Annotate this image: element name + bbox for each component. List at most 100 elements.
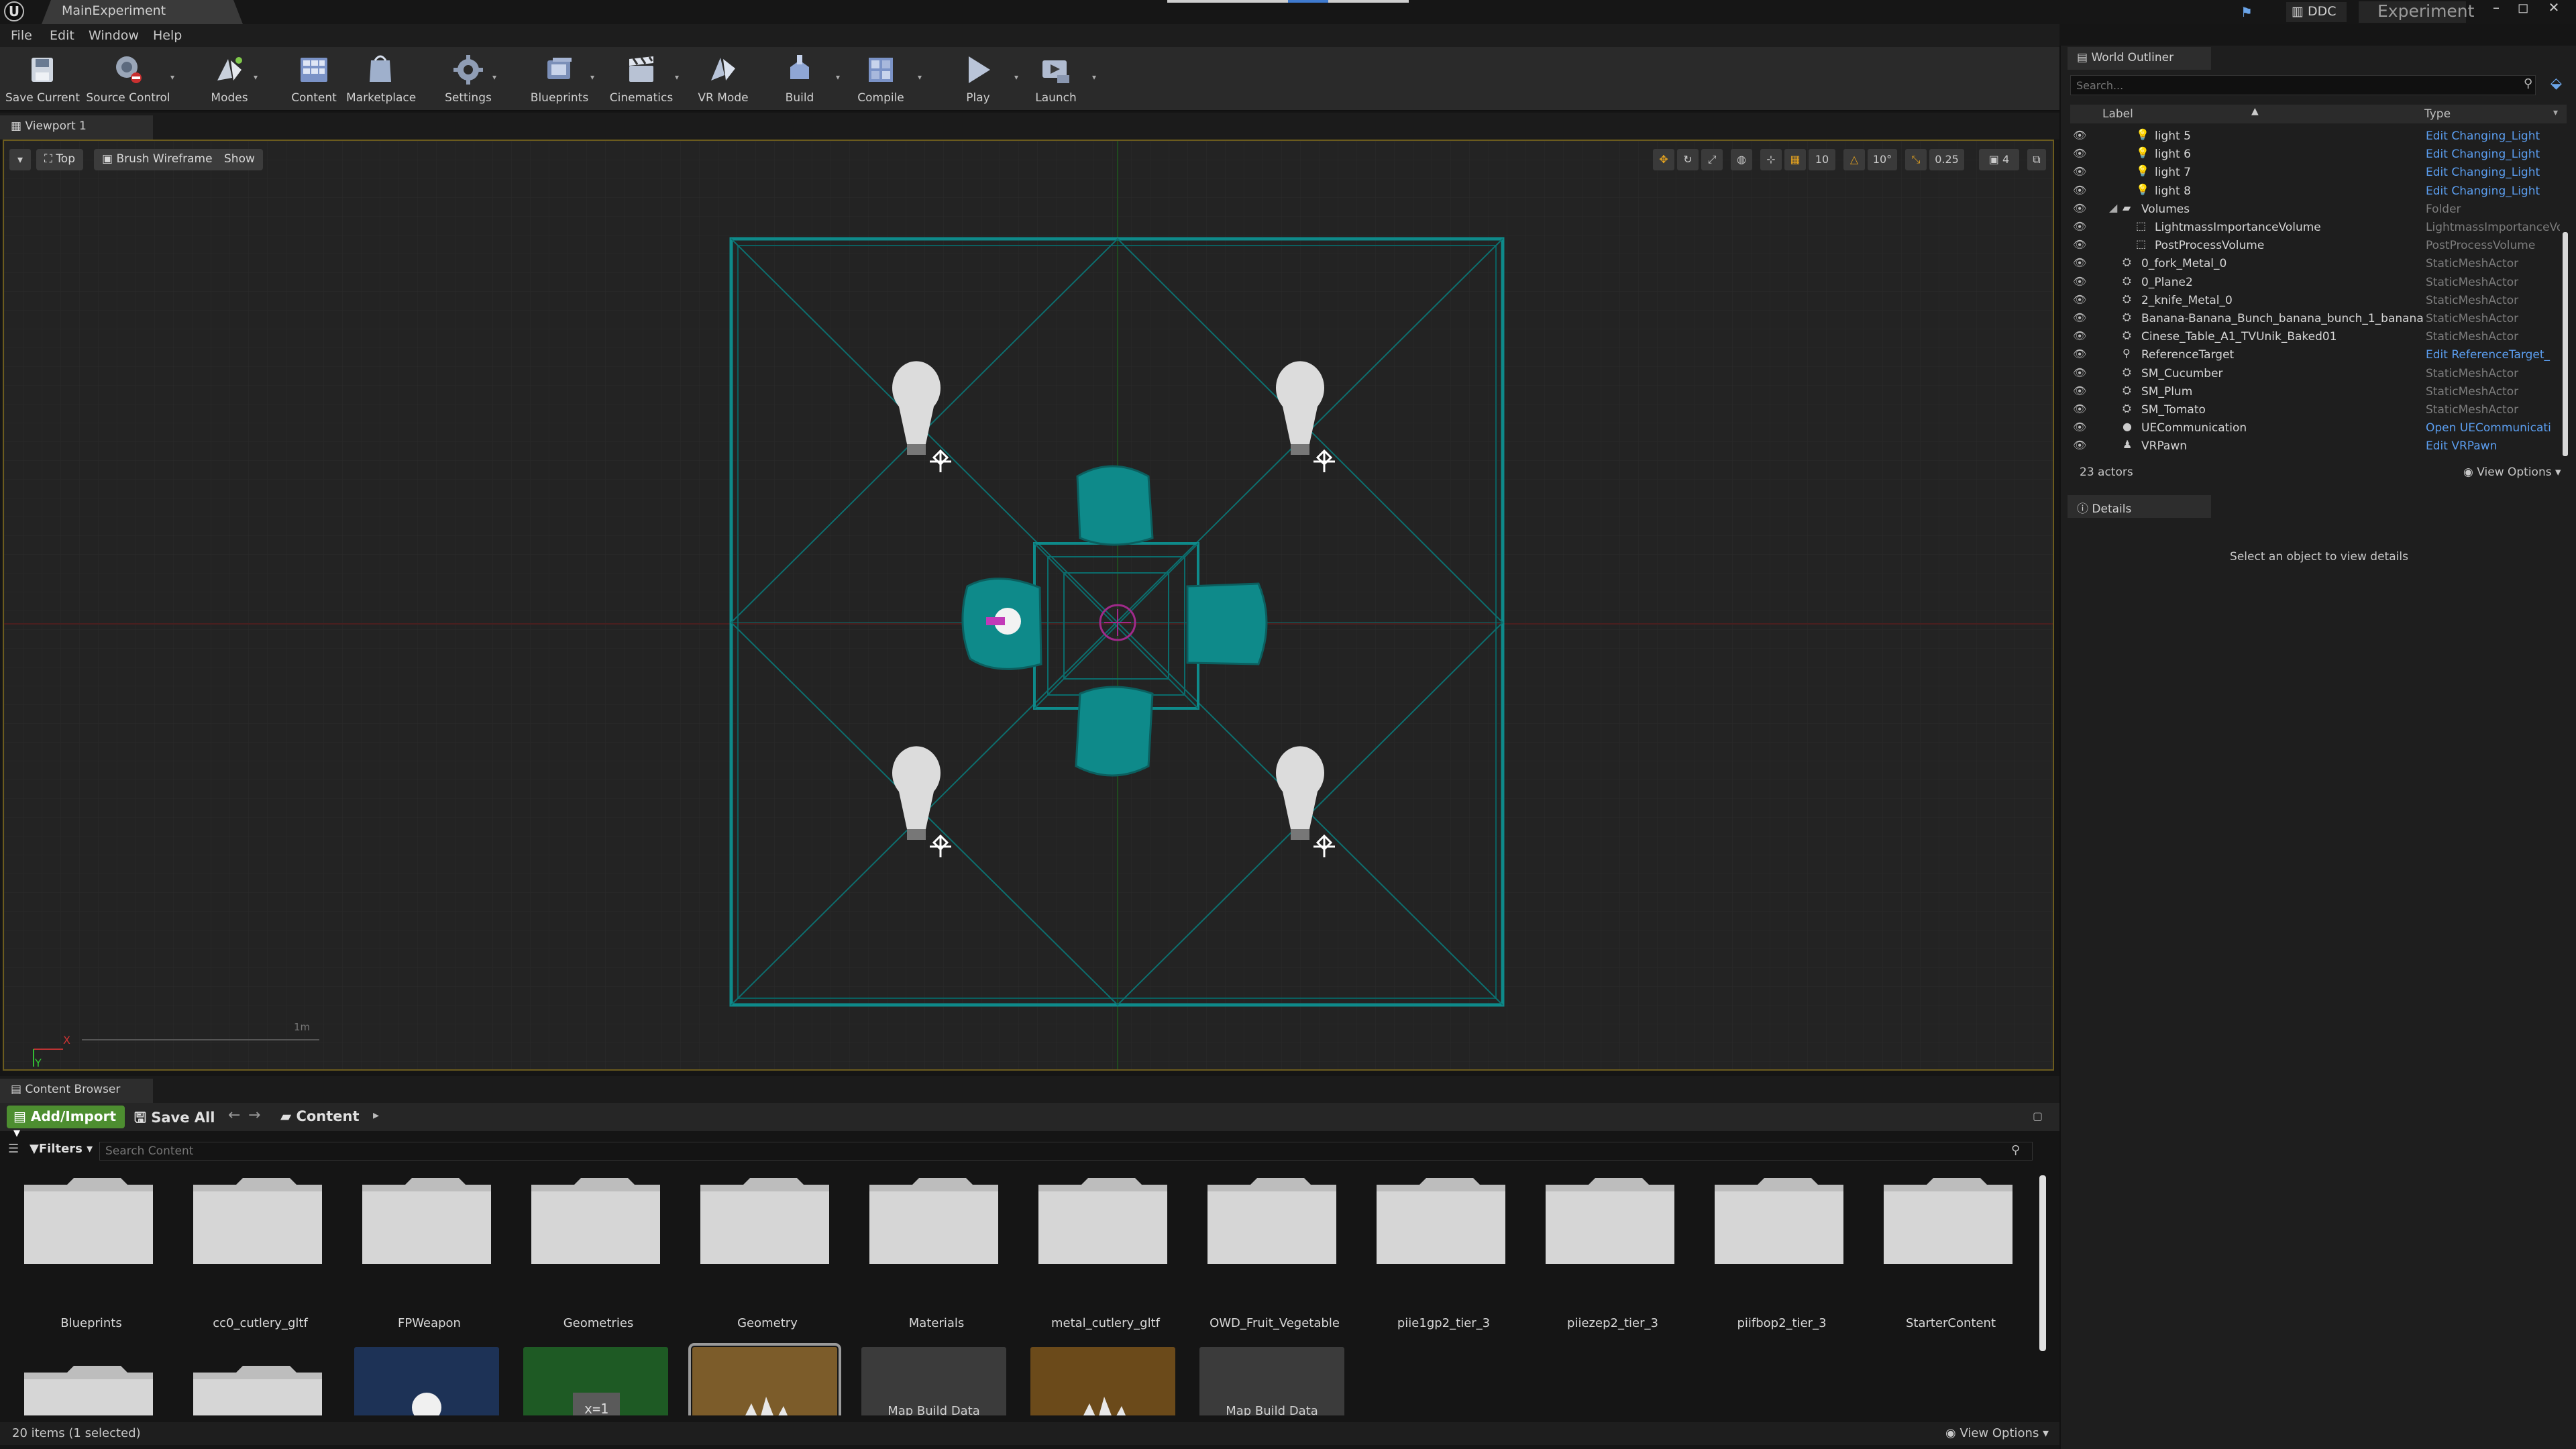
modes-button[interactable]: Modes: [203, 50, 256, 109]
maximize-button[interactable]: ◻: [2512, 0, 2534, 16]
level-tab[interactable]: MainExperiment: [42, 0, 243, 24]
breadcrumb[interactable]: ▰ Content: [280, 1108, 360, 1124]
visibility-eye-icon[interactable]: 👁: [2073, 275, 2086, 288]
visibility-eye-icon[interactable]: 👁: [2073, 256, 2086, 269]
maximize-viewport-icon[interactable]: ⧉: [2027, 149, 2046, 170]
chevron-down-icon[interactable]: ▾: [675, 72, 682, 82]
source-control-button[interactable]: Source Control: [85, 50, 172, 109]
chevron-down-icon[interactable]: ▾: [492, 72, 499, 82]
visibility-eye-icon[interactable]: 👁: [2073, 184, 2086, 197]
row-type[interactable]: Edit Changing_Light: [2426, 166, 2560, 179]
chevron-down-icon[interactable]: ▾: [2553, 107, 2558, 118]
visibility-eye-icon[interactable]: 👁: [2073, 147, 2086, 160]
ddc-badge[interactable]: ▥ DDC: [2286, 2, 2347, 22]
forward-arrow-icon[interactable]: →: [248, 1107, 260, 1124]
notification-flag-icon[interactable]: ⚑: [2241, 4, 2257, 20]
column-label[interactable]: Label: [2102, 107, 2133, 121]
menu-help[interactable]: Help: [153, 28, 182, 43]
menu-edit[interactable]: Edit: [50, 28, 74, 43]
camera-speed[interactable]: ▣ 4: [1979, 149, 2019, 170]
row-type[interactable]: Edit Changing_Light: [2426, 148, 2560, 161]
rotation-snap-icon[interactable]: △: [1843, 149, 1865, 170]
outliner-row[interactable]: 👁 ⛭ SM_Plum StaticMeshActor: [2070, 383, 2560, 401]
outliner-row[interactable]: 👁 ⛭ 2_knife_Metal_0 StaticMeshActor: [2070, 292, 2560, 310]
blueprints-button[interactable]: Blueprints: [529, 50, 590, 109]
scrollbar[interactable]: [2039, 1175, 2046, 1351]
save-all-button[interactable]: 🖫 Save All: [134, 1108, 215, 1132]
row-type[interactable]: Edit ReferenceTarget_: [2426, 348, 2560, 362]
menu-file[interactable]: File: [11, 28, 32, 43]
search-icon[interactable]: ⚲: [2524, 76, 2532, 91]
marketplace-button[interactable]: Marketplace: [346, 50, 416, 109]
build-button[interactable]: Build: [771, 50, 828, 109]
view-options-button[interactable]: ◉ View Options ▾: [1945, 1426, 2049, 1440]
scale-tool-icon[interactable]: ⤢: [1701, 149, 1723, 170]
close-button[interactable]: ✕: [2542, 0, 2565, 16]
add-actor-icon[interactable]: ⬙: [2551, 75, 2562, 92]
view-mode-button[interactable]: ▣ Brush Wireframe: [94, 149, 221, 170]
visibility-eye-icon[interactable]: 👁: [2073, 347, 2086, 360]
outliner-row[interactable]: 👁 ⛭ Cinese_Table_A1_TVUnik_Baked01 StaticMe…: [2070, 328, 2560, 346]
chevron-down-icon[interactable]: ▾: [254, 72, 260, 82]
outliner-search-input[interactable]: [2070, 75, 2536, 95]
visibility-eye-icon[interactable]: 👁: [2073, 311, 2086, 324]
viewport-options-chevron-icon[interactable]: ▾: [9, 149, 31, 170]
visibility-eye-icon[interactable]: 👁: [2073, 329, 2086, 342]
outliner-row[interactable]: 👁 ◢ ▰ Volumes Folder: [2070, 201, 2560, 219]
add-import-button[interactable]: ▤ Add/Import ▾: [7, 1106, 125, 1140]
outliner-row[interactable]: 👁 ⛭ 0_Plane2 StaticMeshActor: [2070, 274, 2560, 292]
minimize-button[interactable]: –: [2485, 0, 2508, 16]
chevron-down-icon[interactable]: ▾: [170, 72, 177, 82]
visibility-eye-icon[interactable]: 👁: [2073, 129, 2086, 142]
scrollbar[interactable]: [2563, 232, 2568, 456]
vr-mode-button[interactable]: VR Mode: [692, 50, 754, 109]
back-arrow-icon[interactable]: ←: [228, 1107, 240, 1124]
outliner-row[interactable]: 👁 ⛭ 0_fork_Metal_0 StaticMeshActor: [2070, 255, 2560, 273]
row-type[interactable]: Edit Changing_Light: [2426, 129, 2560, 143]
outliner-row[interactable]: 👁 ⛭ Banana-Banana_Bunch_banana_bunch_1_ban…: [2070, 310, 2560, 328]
visibility-eye-icon[interactable]: 👁: [2073, 384, 2086, 397]
settings-button[interactable]: Settings: [441, 50, 495, 109]
scale-snap-value[interactable]: 0.25: [1929, 149, 1964, 170]
move-tool-icon[interactable]: ✥: [1653, 149, 1674, 170]
view-options-button[interactable]: ◉ View Options ▾: [2463, 466, 2561, 479]
row-type[interactable]: Edit Changing_Light: [2426, 184, 2560, 198]
row-type[interactable]: Edit VRPawn: [2426, 439, 2560, 453]
sources-toggle-icon[interactable]: ☰: [8, 1142, 19, 1156]
chevron-down-icon[interactable]: ▾: [590, 72, 597, 82]
visibility-eye-icon[interactable]: 👁: [2073, 293, 2086, 306]
outliner-row[interactable]: 👁 💡 light 5 Edit Changing_Light: [2070, 127, 2560, 146]
outliner-row[interactable]: 👁 ⬚ LightmassImportanceVolume LightmassImpo…: [2070, 219, 2560, 237]
tab-viewport-1[interactable]: ▦ Viewport 1: [0, 115, 153, 140]
column-type[interactable]: Type: [2424, 107, 2451, 121]
expand-arrow-icon[interactable]: ◢: [2109, 201, 2117, 214]
rotation-snap-value[interactable]: 10°: [1868, 149, 1897, 170]
visibility-eye-icon[interactable]: 👁: [2073, 238, 2086, 251]
play-button[interactable]: Play: [951, 50, 1005, 109]
save-current-button[interactable]: Save Current: [5, 50, 80, 109]
outliner-row[interactable]: 👁 💡 light 8 Edit Changing_Light: [2070, 182, 2560, 201]
lock-icon[interactable]: ▢: [2033, 1110, 2043, 1122]
row-type[interactable]: Open UECommunicati: [2426, 421, 2560, 435]
visibility-eye-icon[interactable]: 👁: [2073, 402, 2086, 415]
show-button[interactable]: Show: [216, 149, 263, 170]
outliner-row[interactable]: 👁 ⛭ SM_Cucumber StaticMeshActor: [2070, 365, 2560, 383]
outliner-row[interactable]: 👁 ⚲ ReferenceTarget Edit ReferenceTarget_: [2070, 346, 2560, 364]
scene-wireframe[interactable]: X Y: [4, 141, 2053, 1069]
tab-world-outliner[interactable]: ▤ World Outliner: [2068, 47, 2211, 70]
outliner-row[interactable]: 👁 ♟ VRPawn Edit VRPawn: [2070, 437, 2560, 455]
menu-window[interactable]: Window: [89, 28, 139, 43]
view-type-button[interactable]: ⛶ Top: [36, 149, 83, 170]
scale-snap-icon[interactable]: ⤡: [1905, 149, 1927, 170]
rotate-tool-icon[interactable]: ↻: [1677, 149, 1699, 170]
visibility-eye-icon[interactable]: 👁: [2073, 366, 2086, 379]
world-coords-icon[interactable]: ◍: [1731, 149, 1752, 170]
launch-button[interactable]: Launch: [1029, 50, 1083, 109]
compile-button[interactable]: Compile: [852, 50, 910, 109]
chevron-down-icon[interactable]: ▾: [836, 72, 843, 82]
visibility-eye-icon[interactable]: 👁: [2073, 202, 2086, 215]
visibility-eye-icon[interactable]: 👁: [2073, 165, 2086, 178]
viewport[interactable]: X Y ▾ ⛶ Top ▣ Brush Wireframe Show ✥ ↻ ⤢…: [3, 140, 2054, 1071]
content-button[interactable]: Content: [286, 50, 342, 109]
grid-snap-icon[interactable]: ▦: [1784, 149, 1806, 170]
